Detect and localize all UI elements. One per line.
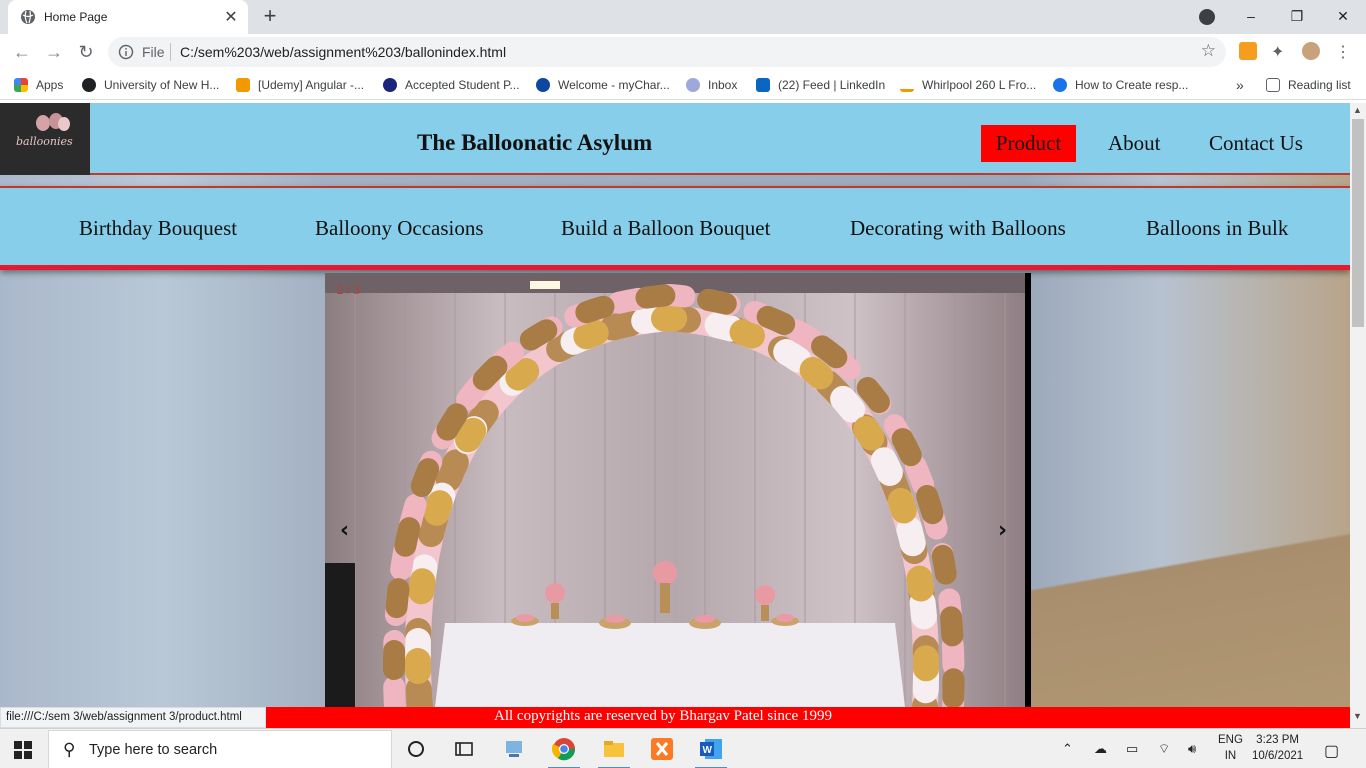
bookmark-favicon-icon: [686, 78, 700, 92]
new-tab-button[interactable]: +: [258, 4, 282, 28]
bookmark-favicon-icon: [1053, 78, 1067, 92]
file-explorer-icon[interactable]: [600, 735, 628, 763]
chrome-icon[interactable]: [550, 735, 578, 763]
browser-status-bar: file:///C:/sem 3/web/assignment 3/produc…: [0, 707, 266, 728]
category-nav: Birthday Bouquest Balloony Occasions Bui…: [0, 186, 1350, 270]
onedrive-icon[interactable]: ☁: [1094, 741, 1107, 757]
menu-kebab-icon[interactable]: ⋮: [1334, 42, 1352, 61]
svg-text:W: W: [703, 745, 713, 756]
task-view-icon[interactable]: [450, 735, 478, 763]
clock-time: 3:23 PM: [1256, 734, 1299, 746]
logo-balloon: [58, 117, 70, 131]
restore-button[interactable]: ❐: [1274, 0, 1320, 32]
apps-grid-icon: [14, 78, 28, 92]
next-slide-button[interactable]: ›: [998, 518, 1007, 543]
scroll-down-icon[interactable]: ▼: [1353, 711, 1362, 721]
tab-close-icon[interactable]: ✕: [222, 7, 240, 27]
language-indicator[interactable]: ENG IN: [1218, 732, 1243, 764]
bookmark-item[interactable]: University of New H...: [82, 76, 219, 94]
bookmark-favicon-icon: [82, 78, 96, 92]
address-separator: [170, 43, 171, 61]
extension-icon[interactable]: [1239, 42, 1257, 60]
network-pc-icon[interactable]: [500, 735, 528, 763]
background-floor: [1020, 497, 1350, 707]
bookmark-star-icon[interactable]: ☆: [1201, 41, 1216, 61]
nav-contact-us[interactable]: Contact Us: [1209, 125, 1303, 162]
page-viewport: balloonies The Balloonatic Asylum Produc…: [0, 103, 1350, 707]
address-file-label: File: [142, 44, 165, 60]
previous-slide-button[interactable]: ‹: [340, 518, 349, 543]
category-build-a-balloon-bouquet[interactable]: Build a Balloon Bouquet: [561, 216, 770, 241]
browser-toolbar: ← → ↻ File C:/sem%203/web/assignment%203…: [0, 34, 1366, 70]
amazon-icon: [900, 78, 914, 92]
footer-copyright: All copyrights are reserved by Bhargav P…: [494, 708, 832, 724]
windows-taskbar: ⚲ Type here to search W ⌃ ☁ ▭ ⌔ 🔊︎ ENG IN…: [0, 728, 1366, 768]
bookmark-item[interactable]: How to Create resp...: [1053, 76, 1188, 94]
reading-list-icon: [1266, 78, 1280, 92]
balloon-arch-photo: [325, 273, 1025, 707]
clock-date: 10/6/2021: [1252, 750, 1304, 762]
back-icon[interactable]: ←: [10, 40, 34, 64]
linkedin-icon: [756, 78, 770, 92]
taskbar-search-placeholder: Type here to search: [89, 742, 218, 758]
windows-start-icon[interactable]: [14, 741, 32, 759]
nav-product[interactable]: Product: [981, 125, 1076, 162]
cortana-icon[interactable]: [402, 735, 430, 763]
wifi-icon[interactable]: ⌔: [1158, 741, 1170, 757]
word-icon[interactable]: W: [697, 735, 725, 763]
xampp-icon[interactable]: [648, 735, 676, 763]
bookmark-item[interactable]: [Udemy] Angular -...: [236, 76, 364, 94]
bookmark-favicon-icon: [236, 78, 250, 92]
address-url[interactable]: C:/sem%203/web/assignment%203/balloninde…: [180, 44, 506, 60]
scrollbar-thumb[interactable]: [1352, 119, 1364, 327]
reload-icon[interactable]: ↻: [74, 40, 98, 64]
bookmark-item[interactable]: (22) Feed | LinkedIn: [756, 76, 885, 94]
search-icon: ⚲: [63, 740, 76, 759]
category-decorating-with-balloons[interactable]: Decorating with Balloons: [850, 216, 1066, 241]
site-logo[interactable]: balloonies: [0, 103, 90, 175]
category-birthday-bouquest[interactable]: Birthday Bouquest: [79, 216, 237, 241]
page-scrollbar[interactable]: ▲ ▼: [1350, 103, 1366, 728]
scroll-up-icon[interactable]: ▲: [1353, 105, 1362, 115]
browser-tab[interactable]: Home Page ✕: [8, 0, 248, 34]
bookmarks-more-icon[interactable]: »: [1236, 76, 1244, 94]
notifications-icon[interactable]: ▢: [1324, 741, 1339, 761]
bookmark-item[interactable]: Whirlpool 260 L Fro...: [900, 76, 1036, 94]
extensions-puzzle-icon[interactable]: ✦: [1271, 42, 1289, 61]
bookmarks-bar: Apps University of New H... [Udemy] Angu…: [0, 70, 1366, 100]
site-footer: All copyrights are reserved by Bhargav P…: [266, 707, 1350, 728]
logo-text: balloonies: [16, 135, 73, 148]
globe-icon: [21, 10, 35, 24]
minimize-button[interactable]: –: [1228, 0, 1274, 32]
category-balloony-occasions[interactable]: Balloony Occasions: [315, 216, 484, 241]
profile-avatar[interactable]: [1302, 42, 1320, 60]
taskbar-clock[interactable]: 3:23 PM 10/6/2021: [1252, 732, 1303, 764]
reading-list-button[interactable]: Reading list: [1266, 76, 1351, 94]
bookmark-item[interactable]: Welcome - myChar...: [536, 76, 670, 94]
slideshow-image: [325, 273, 1031, 707]
tab-search-icon[interactable]: [1199, 9, 1215, 25]
close-window-button[interactable]: ✕: [1320, 0, 1366, 32]
tab-title: Home Page: [44, 10, 108, 24]
site-title: The Balloonatic Asylum: [417, 130, 653, 155]
battery-icon[interactable]: ▭: [1126, 741, 1138, 757]
logo-balloon: [36, 115, 50, 131]
info-icon: [118, 44, 134, 60]
address-bar[interactable]: File C:/sem%203/web/assignment%203/ballo…: [108, 37, 1226, 67]
category-balloons-in-bulk[interactable]: Balloons in Bulk: [1146, 216, 1288, 241]
nav-about[interactable]: About: [1108, 125, 1161, 162]
bookmark-item[interactable]: Inbox: [686, 76, 737, 94]
bookmark-item[interactable]: Accepted Student P...: [383, 76, 520, 94]
bookmark-apps[interactable]: Apps: [14, 76, 63, 94]
bookmark-favicon-icon: [536, 78, 550, 92]
volume-icon[interactable]: 🔊︎: [1188, 741, 1196, 757]
forward-icon[interactable]: →: [42, 40, 66, 64]
browser-tab-strip: Home Page ✕ + – ❐ ✕: [0, 0, 1366, 34]
bookmark-favicon-icon: [383, 78, 397, 92]
show-hidden-icons-icon[interactable]: ⌃: [1062, 741, 1073, 757]
slide-counter: 2 / 3: [337, 282, 361, 297]
taskbar-search-box[interactable]: ⚲ Type here to search: [48, 730, 392, 768]
site-header: balloonies The Balloonatic Asylum Produc…: [0, 103, 1350, 175]
